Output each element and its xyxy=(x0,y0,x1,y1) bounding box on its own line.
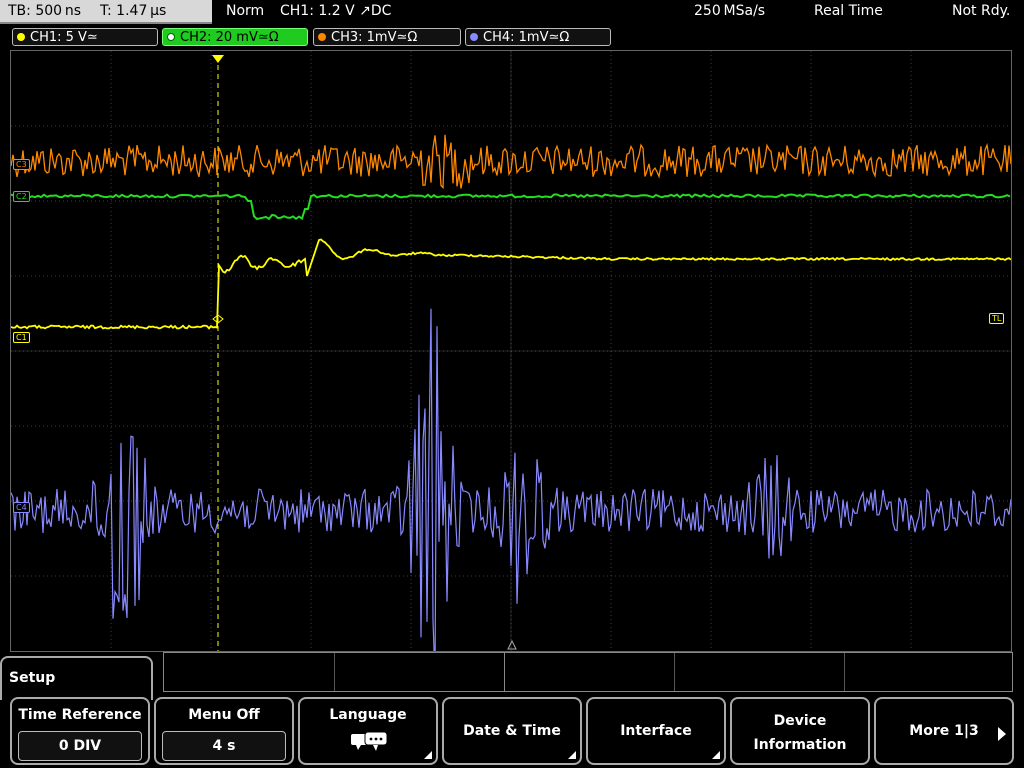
menu-title: Setup xyxy=(9,670,56,686)
acquisition-status: Not Rdy. xyxy=(952,3,1011,19)
softkey-more[interactable]: More 1|3 xyxy=(874,697,1014,765)
submenu-indicator-icon xyxy=(568,751,576,759)
softkey-label: More 1|3 xyxy=(909,723,979,739)
ch3-ref-marker[interactable]: C3 xyxy=(13,159,30,170)
softkey-label: Time Reference xyxy=(18,707,142,723)
time-reference-icon xyxy=(507,639,517,650)
softkey-menu-off[interactable]: Menu Off 4 s xyxy=(154,697,294,765)
ch1-dot-icon xyxy=(17,33,25,41)
trigger-info[interactable]: CH1: 1.2 V ↗DC xyxy=(280,3,391,19)
sample-rate: 250 MSa/s xyxy=(694,3,766,19)
timebase-box[interactable]: TB: 500 ns T: 1.47 µs xyxy=(0,0,212,24)
menu-off-value: 4 s xyxy=(162,731,286,761)
ch4-dot-icon xyxy=(470,33,478,41)
softkey-label: Date & Time xyxy=(463,723,561,739)
info-divider xyxy=(844,653,845,691)
trigger-mode[interactable]: Norm xyxy=(226,3,264,19)
acquisition-mode: Real Time xyxy=(814,3,883,19)
waveform-display[interactable]: C1 C2 C3 C4 TL xyxy=(10,50,1012,652)
ch2-ref-marker[interactable]: C2 xyxy=(13,191,30,202)
speech-bubble-icon xyxy=(351,731,388,751)
info-divider xyxy=(504,653,505,691)
ch3-label: CH3: 1mV≃Ω xyxy=(331,30,418,45)
trigger-position-icon xyxy=(212,55,224,63)
next-page-arrow-icon xyxy=(998,727,1006,741)
trigger-level-marker[interactable]: TL xyxy=(989,313,1005,324)
ch1-ref-marker[interactable]: C1 xyxy=(13,332,30,343)
submenu-indicator-icon xyxy=(712,751,720,759)
ch3-dot-icon xyxy=(318,33,326,41)
channel-tab-ch4[interactable]: CH4: 1mV≃Ω xyxy=(465,28,611,46)
softkey-device-information[interactable]: Device Information xyxy=(730,697,870,765)
channel-tab-ch2[interactable]: CH2: 20 mV≃Ω xyxy=(162,28,308,46)
ch4-ref-marker[interactable]: C4 xyxy=(13,502,30,513)
softkey-label: Language xyxy=(329,707,407,723)
softkey-label: Device xyxy=(773,713,827,729)
channel-tab-ch1[interactable]: CH1: 5 V≃ xyxy=(12,28,158,46)
menu-title-tab: Setup xyxy=(0,656,153,700)
softkey-label: Interface xyxy=(620,723,692,739)
ch2-dot-icon xyxy=(167,33,175,41)
status-bar: TB: 500 ns T: 1.47 µs Norm CH1: 1.2 V ↗D… xyxy=(0,0,1024,24)
ch4-label: CH4: 1mV≃Ω xyxy=(483,30,570,45)
softkey-label-line2: Information xyxy=(753,737,847,753)
softkey-time-reference[interactable]: Time Reference 0 DIV xyxy=(10,697,150,765)
softkey-date-time[interactable]: Date & Time xyxy=(442,697,582,765)
info-strip xyxy=(163,652,1013,692)
ch1-label: CH1: 5 V≃ xyxy=(30,30,98,45)
channel-tab-ch3[interactable]: CH3: 1mV≃Ω xyxy=(313,28,461,46)
info-divider xyxy=(334,653,335,691)
ch2-label: CH2: 20 mV≃Ω xyxy=(180,30,279,45)
softkey-language[interactable]: Language xyxy=(298,697,438,765)
info-divider xyxy=(674,653,675,691)
time-reference-value: 0 DIV xyxy=(18,731,142,761)
timebase-readout: TB: 500 ns xyxy=(8,3,82,19)
submenu-indicator-icon xyxy=(424,751,432,759)
trigger-time-readout: T: 1.47 µs xyxy=(100,3,167,19)
waveform-canvas xyxy=(11,51,1011,651)
softkey-label: Menu Off xyxy=(188,707,260,723)
softkey-interface[interactable]: Interface xyxy=(586,697,726,765)
